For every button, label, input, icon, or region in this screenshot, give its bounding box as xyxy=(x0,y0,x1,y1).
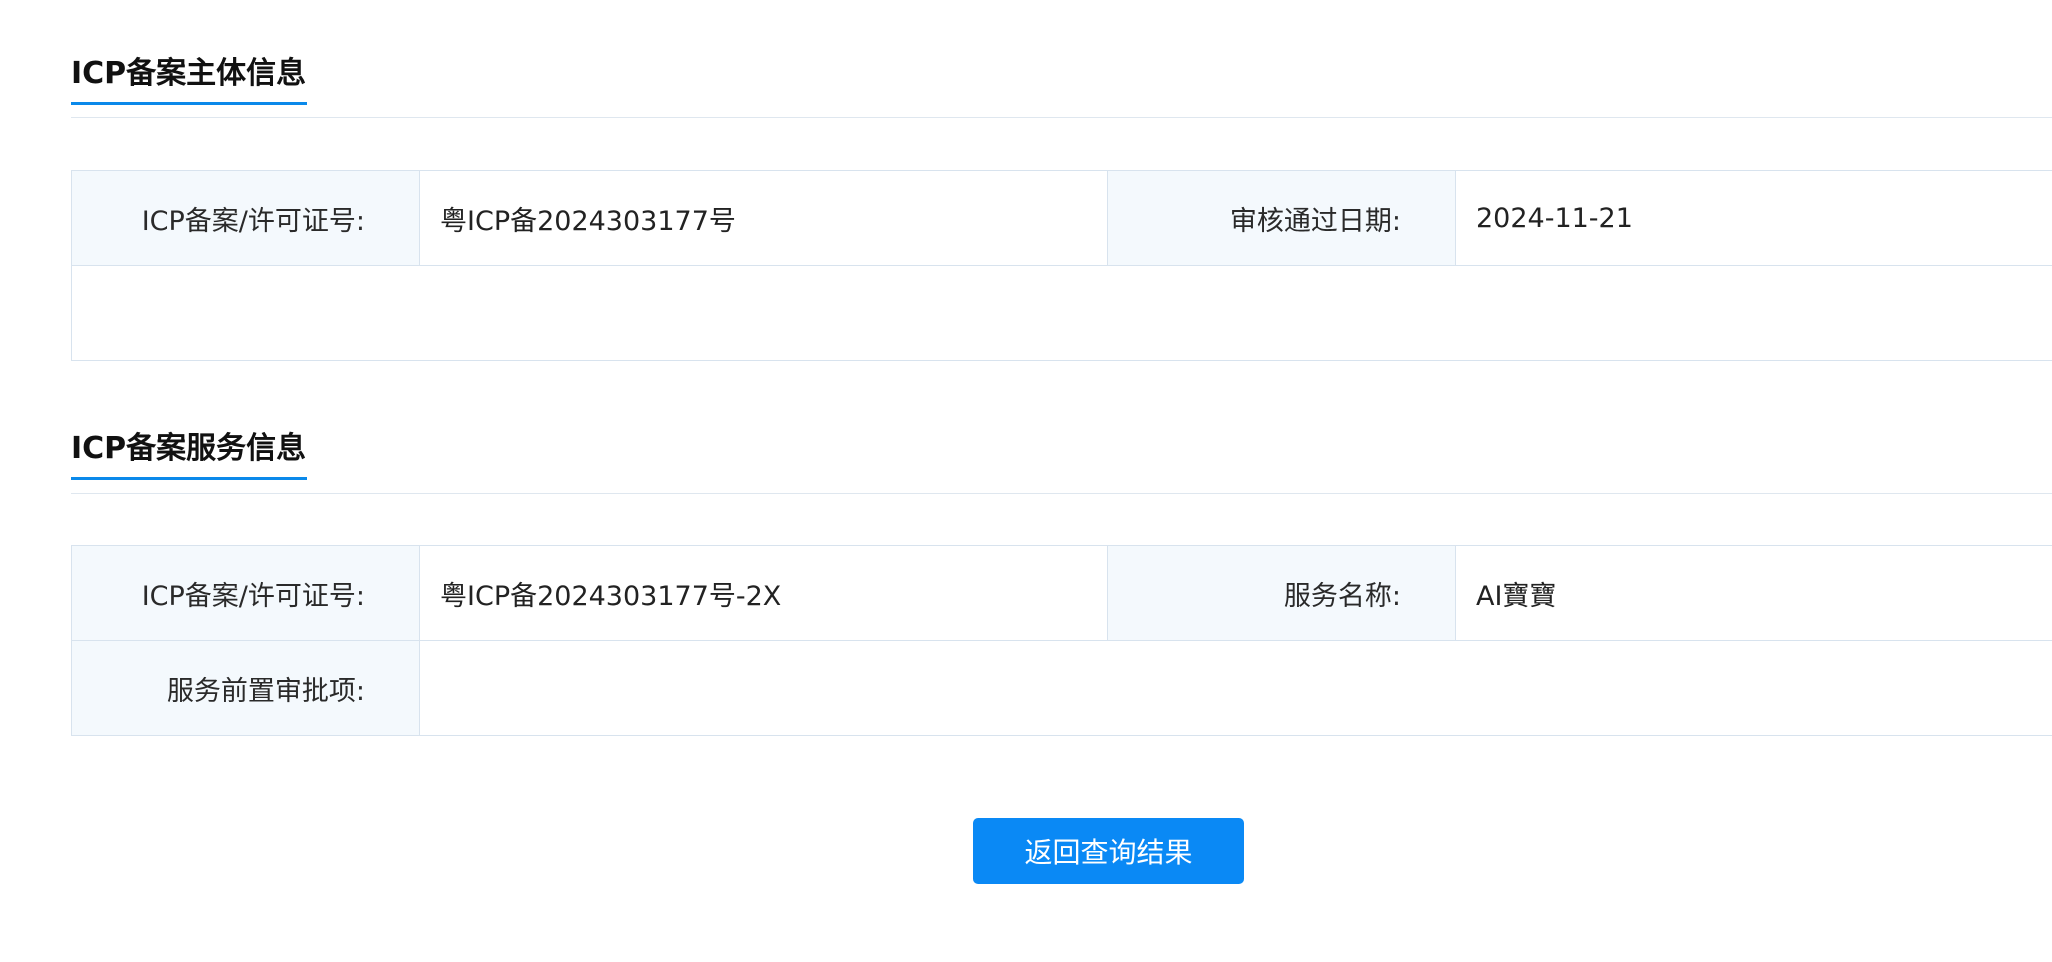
icp-number-label: ICP备案/许可证号: xyxy=(72,171,420,265)
table-row: ICP备案/许可证号: 粤ICP备2024303177号-2X 服务名称: AI… xyxy=(72,546,2052,641)
approval-date-value: 2024-11-21 xyxy=(1456,171,2052,265)
subject-info-table: ICP备案/许可证号: 粤ICP备2024303177号 审核通过日期: 202… xyxy=(71,170,2052,361)
approval-date-label: 审核通过日期: xyxy=(1108,171,1456,265)
empty-cell xyxy=(72,266,2052,360)
service-name-value: AI寶寶 xyxy=(1456,546,2052,640)
service-name-label: 服务名称: xyxy=(1108,546,1456,640)
service-section-underline xyxy=(71,477,307,480)
service-section-title: ICP备案服务信息 xyxy=(71,431,307,466)
table-row: 服务前置审批项: xyxy=(72,641,2052,736)
service-icp-number-value: 粤ICP备2024303177号-2X xyxy=(420,546,1108,640)
service-icp-number-label: ICP备案/许可证号: xyxy=(72,546,420,640)
service-section-header: ICP备案服务信息 xyxy=(71,428,2052,494)
service-info-table: ICP备案/许可证号: 粤ICP备2024303177号-2X 服务名称: AI… xyxy=(71,545,2052,736)
table-row xyxy=(72,266,2052,361)
table-row: ICP备案/许可证号: 粤ICP备2024303177号 审核通过日期: 202… xyxy=(72,171,2052,266)
pre-approval-value xyxy=(420,641,2052,735)
pre-approval-label: 服务前置审批项: xyxy=(72,641,420,735)
return-to-results-button[interactable]: 返回查询结果 xyxy=(973,818,1244,884)
icp-number-value: 粤ICP备2024303177号 xyxy=(420,171,1108,265)
subject-section-header: ICP备案主体信息 xyxy=(71,53,2052,118)
subject-section-title: ICP备案主体信息 xyxy=(71,56,307,91)
page: ICP备案主体信息 ICP备案/许可证号: 粤ICP备2024303177号 审… xyxy=(0,0,2052,962)
subject-section-underline xyxy=(71,102,307,105)
